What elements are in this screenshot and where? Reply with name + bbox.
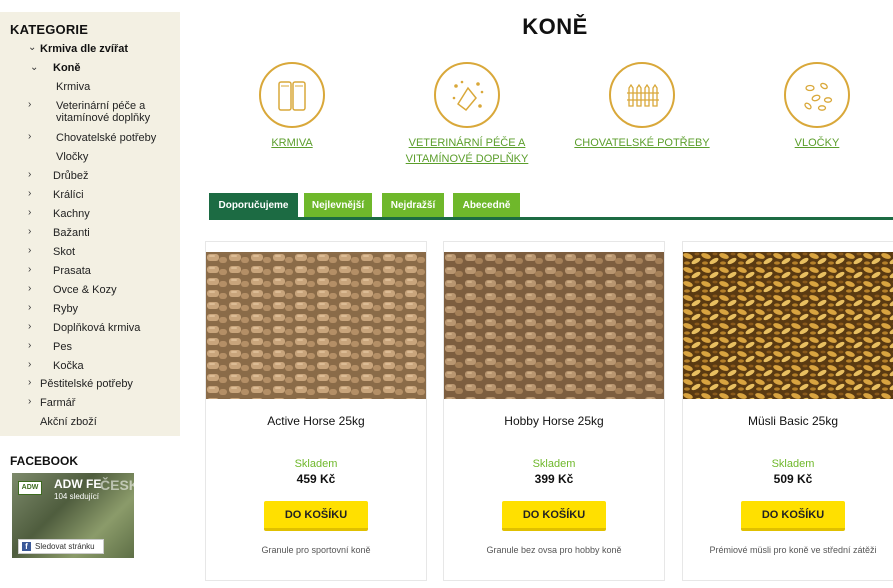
sidebar-item-ryby[interactable]: Ryby [53,303,78,315]
chevron-right-icon[interactable]: › [28,226,31,237]
tab-nejlevnejsi[interactable]: Nejlevnější [304,193,372,219]
facebook-follow-label: Sledovat stránku [35,542,95,551]
category-label-veterinarni-pece-1[interactable]: VETERINÁRNÍ PÉČE A [377,136,557,151]
product-description: Granule pro sportovní koně [261,545,371,555]
feed-bags-icon[interactable] [259,62,325,128]
chevron-right-icon[interactable]: › [28,131,31,142]
category-sidebar: KATEGORIE ⌄ Krmiva dle zvířat ⌄ Koně Krm… [0,12,180,436]
chevron-down-icon[interactable]: ⌄ [28,42,36,53]
chevron-right-icon[interactable]: › [28,321,31,332]
chevron-right-icon[interactable]: › [28,302,31,313]
product-image[interactable] [683,252,893,399]
sidebar-item-kone[interactable]: Koně [53,62,81,74]
chevron-right-icon[interactable]: › [28,188,31,199]
add-to-cart-button[interactable]: DO KOŠÍKU [502,501,606,531]
product-price: 459 Kč [296,472,336,486]
sidebar-item-chovatelske-potreby[interactable]: Chovatelské potřeby [56,132,156,144]
stock-status: Skladem [294,458,338,470]
product-card[interactable]: Active Horse 25kg Skladem 459 Kč DO KOŠÍ… [205,241,427,581]
sidebar-item-farmar[interactable]: Farmář [40,397,75,409]
facebook-title: FACEBOOK [10,454,79,468]
facebook-page-name[interactable]: ADW FE [54,477,101,491]
sidebar-item-pes[interactable]: Pes [53,341,72,353]
chevron-right-icon[interactable]: › [28,377,31,388]
sidebar-item-veterinarni-pece-line2[interactable]: vitamínové doplňky [56,112,150,124]
chevron-right-icon[interactable]: › [28,283,31,294]
sidebar-item-krmiva[interactable]: Krmiva [56,81,90,93]
product-price: 399 Kč [534,472,574,486]
chevron-down-icon[interactable]: ⌄ [30,62,38,73]
facebook-icon: f [22,542,31,551]
flakes-icon[interactable] [784,62,850,128]
product-name[interactable]: Active Horse 25kg [206,414,426,428]
adw-logo: ADW [18,481,42,495]
tab-abecedne[interactable]: Abecedně [453,193,520,219]
sidebar-item-veterinarni-pece[interactable]: Veterinární péče a [56,100,145,112]
category-label-chovatelske-potreby[interactable]: CHOVATELSKÉ POTŘEBY [552,136,732,151]
product-image[interactable] [444,252,664,399]
product-description: Granule bez ovsa pro hobby koně [486,545,622,555]
chevron-right-icon[interactable]: › [28,245,31,256]
fence-icon[interactable] [609,62,675,128]
stock-status: Skladem [532,458,576,470]
chevron-right-icon[interactable]: › [28,264,31,275]
chevron-right-icon[interactable]: › [28,340,31,351]
add-to-cart-button[interactable]: DO KOŠÍKU [741,501,845,531]
category-label-vlocky[interactable]: VLOČKY [727,136,893,151]
sidebar-item-bazanti[interactable]: Bažanti [53,227,90,239]
product-name[interactable]: Hobby Horse 25kg [444,414,664,428]
sidebar-title: KATEGORIE [10,22,89,37]
tabs-underline [209,217,893,220]
product-image[interactable] [206,252,426,399]
tab-nejdrazsi[interactable]: Nejdražší [382,193,444,219]
page-title: KONĚ [522,14,588,39]
stock-status: Skladem [771,458,815,470]
sidebar-item-kralici[interactable]: Králíci [53,189,84,201]
chevron-right-icon[interactable]: › [28,359,31,370]
add-to-cart-button[interactable]: DO KOŠÍKU [264,501,368,531]
vitamins-icon[interactable] [434,62,500,128]
facebook-cover-text: ČESKÁ [100,477,134,493]
sidebar-item-prasata[interactable]: Prasata [53,265,91,277]
product-card[interactable]: Müsli Basic 25kg Skladem 509 Kč DO KOŠÍK… [682,241,893,581]
sidebar-item-drubez[interactable]: Drůbež [53,170,88,182]
category-label-krmiva[interactable]: KRMIVA [202,136,382,151]
sidebar-item-kachny[interactable]: Kachny [53,208,90,220]
sidebar-item-akcni-zbozi[interactable]: Akční zboží [40,416,97,428]
sidebar-item-doplnkova-krmiva[interactable]: Doplňková krmiva [53,322,140,334]
chevron-right-icon[interactable]: › [28,99,31,110]
sidebar-item-kocka[interactable]: Kočka [53,360,84,372]
product-price: 509 Kč [773,472,813,486]
category-label-veterinarni-pece-2[interactable]: VITAMÍNOVÉ DOPLŇKY [377,152,557,167]
chevron-right-icon[interactable]: › [28,207,31,218]
facebook-followers: 104 sledující [54,492,99,501]
sidebar-item-krmiva-dle-zvirat[interactable]: Krmiva dle zvířat [40,43,128,55]
chevron-right-icon[interactable]: › [28,169,31,180]
product-description: Prémiové müsli pro koně ve střední zátěž… [709,545,877,555]
sidebar-item-vlocky[interactable]: Vločky [56,151,88,163]
product-card[interactable]: Hobby Horse 25kg Skladem 399 Kč DO KOŠÍK… [443,241,665,581]
facebook-widget[interactable]: ADW ADW FE 104 sledující ČESKÁ f Sledova… [12,473,134,558]
sidebar-item-pestitelske-potreby[interactable]: Pěstitelské potřeby [40,378,133,390]
sidebar-item-skot[interactable]: Skot [53,246,75,258]
chevron-right-icon[interactable]: › [28,396,31,407]
facebook-follow-button[interactable]: f Sledovat stránku [18,539,104,554]
sidebar-item-ovce-kozy[interactable]: Ovce & Kozy [53,284,117,296]
product-name[interactable]: Müsli Basic 25kg [683,414,893,428]
tab-doporucujeme[interactable]: Doporučujeme [209,193,298,219]
